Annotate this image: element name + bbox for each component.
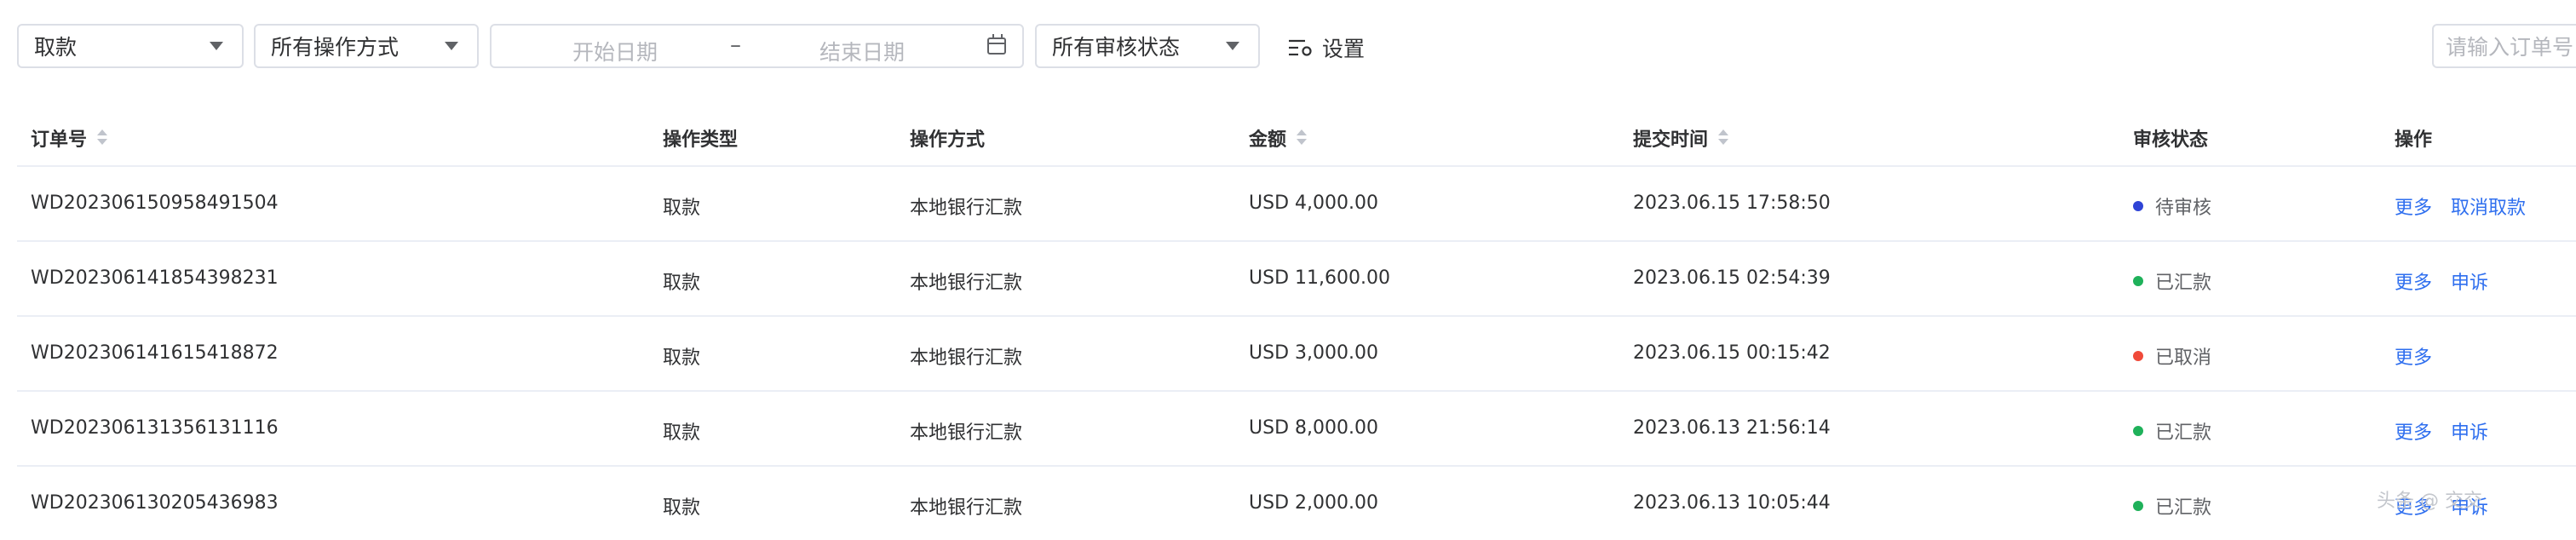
header-op-type: 操作类型 [663, 124, 738, 152]
type-select[interactable]: 取款 [17, 24, 244, 68]
header-amount[interactable]: 金额 [1249, 124, 1308, 152]
header-op-type-label: 操作类型 [663, 129, 739, 151]
order-number-placeholder: 请输入订单号 [2446, 35, 2574, 60]
op-type-cell: 取款 [663, 273, 701, 294]
settings-icon [1289, 39, 1312, 56]
table-header: 订单号 操作类型 操作方式 金额 提交时间 审核状态 操作 [17, 107, 2576, 167]
order-number-input[interactable]: 请输入订单号 [2432, 24, 2576, 68]
sort-icon[interactable] [1297, 129, 1308, 146]
amount-cell: USD 3,000.00 [1249, 342, 1378, 364]
submit-time-cell: 2023.06.13 21:56:14 [1633, 417, 1831, 439]
status-dot [2133, 276, 2143, 286]
chevron-down-icon [445, 42, 458, 50]
more-link[interactable]: 更多 [2395, 192, 2432, 220]
cancel-withdrawal-link[interactable]: 取消取款 [2451, 192, 2526, 220]
method-select[interactable]: 所有操作方式 [254, 24, 479, 68]
orders-table: 订单号 操作类型 操作方式 金额 提交时间 审核状态 操作 WD20230615… [17, 107, 2576, 540]
date-separator: – [730, 32, 741, 58]
status-select-value: 所有审核状态 [1052, 35, 1181, 60]
op-method-cell: 本地银行汇款 [910, 497, 1023, 519]
chevron-down-icon [210, 42, 223, 50]
appeal-link[interactable]: 申诉 [2451, 417, 2488, 445]
status-dot [2133, 501, 2143, 511]
filter-bar: 取款 所有操作方式 开始日期 – 结束日期 所有审核状态 设置 请输入订单号 [0, 0, 2576, 94]
status-dot [2133, 426, 2143, 436]
header-order-no[interactable]: 订单号 [31, 124, 108, 152]
op-method-cell: 本地银行汇款 [910, 422, 1023, 444]
op-type-cell: 取款 [663, 422, 701, 444]
header-op-method-label: 操作方式 [910, 129, 986, 151]
table-row: WD202306130205436983 取款 本地银行汇款 USD 2,000… [17, 467, 2576, 540]
status-dot [2133, 201, 2143, 211]
header-submit-time-label: 提交时间 [1633, 129, 1709, 151]
header-actions: 操作 [2395, 124, 2432, 152]
submit-time-cell: 2023.06.13 10:05:44 [1633, 492, 1831, 514]
status-text: 已汇款 [2155, 497, 2212, 519]
header-order-no-label: 订单号 [31, 129, 88, 151]
table-row: WD202306131356131116 取款 本地银行汇款 USD 8,000… [17, 392, 2576, 467]
status-cell: 已取消 [2133, 342, 2211, 370]
type-select-value: 取款 [34, 35, 78, 60]
status-cell: 已汇款 [2133, 417, 2211, 445]
more-link[interactable]: 更多 [2395, 342, 2432, 370]
status-select[interactable]: 所有审核状态 [1035, 24, 1260, 68]
more-link[interactable]: 更多 [2395, 267, 2432, 295]
op-type-cell: 取款 [663, 497, 701, 519]
op-type-cell: 取款 [663, 198, 701, 219]
status-cell: 已汇款 [2133, 492, 2211, 520]
status-cell: 已汇款 [2133, 267, 2211, 295]
submit-time-cell: 2023.06.15 00:15:42 [1633, 342, 1831, 364]
order-no-cell: WD202306131356131116 [31, 417, 279, 439]
submit-time-cell: 2023.06.15 02:54:39 [1633, 267, 1831, 289]
amount-cell: USD 2,000.00 [1249, 492, 1378, 514]
settings-label: 设置 [1322, 37, 1366, 61]
header-actions-label: 操作 [2395, 129, 2433, 151]
table-row: WD202306141854398231 取款 本地银行汇款 USD 11,60… [17, 242, 2576, 317]
more-link[interactable]: 更多 [2395, 417, 2432, 445]
status-dot [2133, 351, 2143, 361]
status-text: 待审核 [2155, 198, 2212, 219]
submit-time-cell: 2023.06.15 17:58:50 [1633, 192, 1831, 214]
op-method-cell: 本地银行汇款 [910, 198, 1023, 219]
start-date-input[interactable]: 开始日期 [572, 36, 658, 66]
status-text: 已汇款 [2155, 273, 2212, 294]
actions-cell: 更多 申诉 [2395, 417, 2507, 445]
order-no-cell: WD202306150958491504 [31, 192, 279, 214]
op-method-cell: 本地银行汇款 [910, 348, 1023, 369]
order-no-cell: WD202306141615418872 [31, 342, 279, 364]
header-status-label: 审核状态 [2133, 129, 2209, 151]
chevron-down-icon [1226, 42, 1239, 50]
appeal-link[interactable]: 申诉 [2451, 267, 2488, 295]
op-method-cell: 本地银行汇款 [910, 273, 1023, 294]
amount-cell: USD 11,600.00 [1249, 267, 1390, 289]
table-row: WD202306150958491504 取款 本地银行汇款 USD 4,000… [17, 167, 2576, 242]
amount-cell: USD 8,000.00 [1249, 417, 1378, 439]
header-op-method: 操作方式 [910, 124, 985, 152]
actions-cell: 更多 [2395, 342, 2451, 370]
watermark: 头条 @ 交交 [2377, 491, 2482, 512]
table-row: WD202306141615418872 取款 本地银行汇款 USD 3,000… [17, 317, 2576, 392]
order-no-cell: WD202306141854398231 [31, 267, 279, 289]
status-text: 已汇款 [2155, 422, 2212, 444]
order-no-cell: WD202306130205436983 [31, 492, 279, 514]
sort-icon[interactable] [1718, 129, 1729, 146]
header-amount-label: 金额 [1249, 129, 1287, 151]
status-cell: 待审核 [2133, 192, 2211, 220]
actions-cell: 更多 申诉 [2395, 267, 2507, 295]
end-date-input[interactable]: 结束日期 [819, 36, 905, 66]
calendar-icon [987, 34, 1006, 55]
status-text: 已取消 [2155, 348, 2212, 369]
settings-button[interactable]: 设置 [1288, 31, 1365, 65]
date-range-picker[interactable]: 开始日期 – 结束日期 [490, 24, 1024, 68]
header-status: 审核状态 [2133, 124, 2208, 152]
method-select-value: 所有操作方式 [271, 35, 400, 60]
sort-icon[interactable] [97, 129, 108, 146]
op-type-cell: 取款 [663, 348, 701, 369]
header-submit-time[interactable]: 提交时间 [1633, 124, 1729, 152]
amount-cell: USD 4,000.00 [1249, 192, 1378, 214]
actions-cell: 更多 取消取款 [2395, 192, 2544, 220]
